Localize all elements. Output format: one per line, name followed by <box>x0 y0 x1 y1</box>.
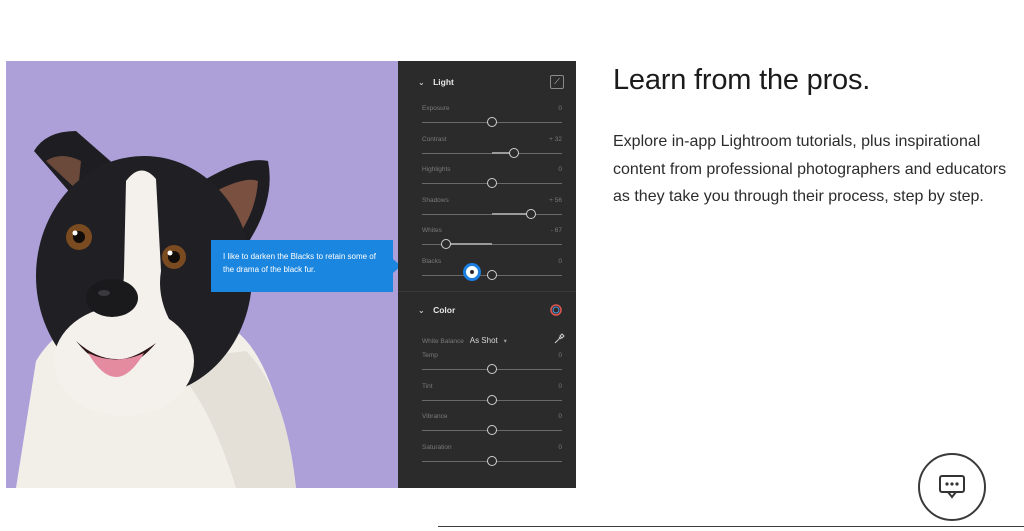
slider-value: 0 <box>558 166 562 173</box>
slider-exposure[interactable]: Exposure 0 <box>422 105 570 135</box>
slider-knob[interactable] <box>487 394 497 405</box>
slider-value: 0 <box>558 443 562 451</box>
slider-highlights[interactable]: Highlights 0 <box>422 166 570 196</box>
slider-knob[interactable] <box>487 425 497 435</box>
slider-value: 0 <box>558 352 562 359</box>
tip-tooltip: I like to darken the Blacks to retain so… <box>211 240 393 292</box>
slider-blacks[interactable]: Blacks 0 <box>422 258 570 288</box>
slider-label: Whites <box>422 227 442 234</box>
color-section-header[interactable]: ⌄ Color <box>418 305 455 315</box>
slider-knob[interactable] <box>440 239 451 249</box>
slider-label: Shadows <box>422 196 449 204</box>
edit-panel: ⌄ Light ⟋ Exposure 0 Contrast + 32 Highlight… <box>398 61 576 488</box>
page-title: Learn from the pros. <box>613 64 871 96</box>
bottom-divider <box>438 526 1024 527</box>
white-balance-value[interactable]: As Shot <box>470 336 498 345</box>
slider-label: Contrast <box>422 135 447 143</box>
section-divider <box>398 291 576 292</box>
slider-label: Tint <box>422 382 433 390</box>
slider-temp[interactable]: Temp 0 <box>422 352 570 382</box>
tooltip-text: I like to darken the Blacks to retain so… <box>223 252 376 274</box>
slider-shadows[interactable]: Shadows + 56 <box>422 197 570 227</box>
slider-label: Temp <box>422 352 438 359</box>
eyedropper-icon[interactable] <box>553 333 565 345</box>
slider-label: Exposure <box>422 105 450 112</box>
slider-knob[interactable] <box>509 147 520 158</box>
color-wheel-icon[interactable] <box>550 304 562 316</box>
slider-knob[interactable] <box>487 455 497 466</box>
blacks-slider-active-knob[interactable] <box>463 263 481 281</box>
slider-value: + 56 <box>549 196 562 204</box>
slider-label: Saturation <box>422 443 452 451</box>
white-balance-row[interactable]: White Balance As Shot ▾ <box>422 336 507 345</box>
slider-value: 0 <box>558 257 562 265</box>
slider-label: Highlights <box>422 166 451 173</box>
slider-knob[interactable] <box>487 269 497 280</box>
chevron-down-icon: ⌄ <box>418 306 425 315</box>
slider-label: Vibrance <box>422 413 448 420</box>
slider-knob[interactable] <box>487 178 497 188</box>
page-description: Explore in-app Lightroom tutorials, plus… <box>613 133 1007 205</box>
slider-value: 0 <box>558 413 562 420</box>
light-section-title: Light <box>433 77 454 87</box>
slider-label: Blacks <box>422 257 442 265</box>
slider-value: - 67 <box>550 227 562 234</box>
slider-knob[interactable] <box>487 117 497 127</box>
white-balance-label: White Balance <box>422 338 464 345</box>
light-section-header[interactable]: ⌄ Light <box>418 77 454 87</box>
slider-tint[interactable]: Tint 0 <box>422 383 570 413</box>
slider-vibrance[interactable]: Vibrance 0 <box>422 413 570 443</box>
chat-button[interactable] <box>918 453 986 521</box>
tone-curve-icon[interactable]: ⟋ <box>550 75 564 89</box>
slider-contrast[interactable]: Contrast + 32 <box>422 136 570 166</box>
slider-value: 0 <box>558 382 562 390</box>
slider-value: + 32 <box>549 135 562 143</box>
chat-icon <box>939 475 965 499</box>
slider-fill <box>445 243 492 245</box>
slider-whites[interactable]: Whites - 67 <box>422 227 570 257</box>
dropdown-caret-icon: ▾ <box>503 338 507 345</box>
slider-saturation[interactable]: Saturation 0 <box>422 444 570 474</box>
chevron-down-icon: ⌄ <box>418 78 425 87</box>
slider-knob[interactable] <box>526 208 537 219</box>
slider-knob[interactable] <box>487 364 497 374</box>
slider-value: 0 <box>558 105 562 112</box>
color-section-title: Color <box>433 305 456 315</box>
